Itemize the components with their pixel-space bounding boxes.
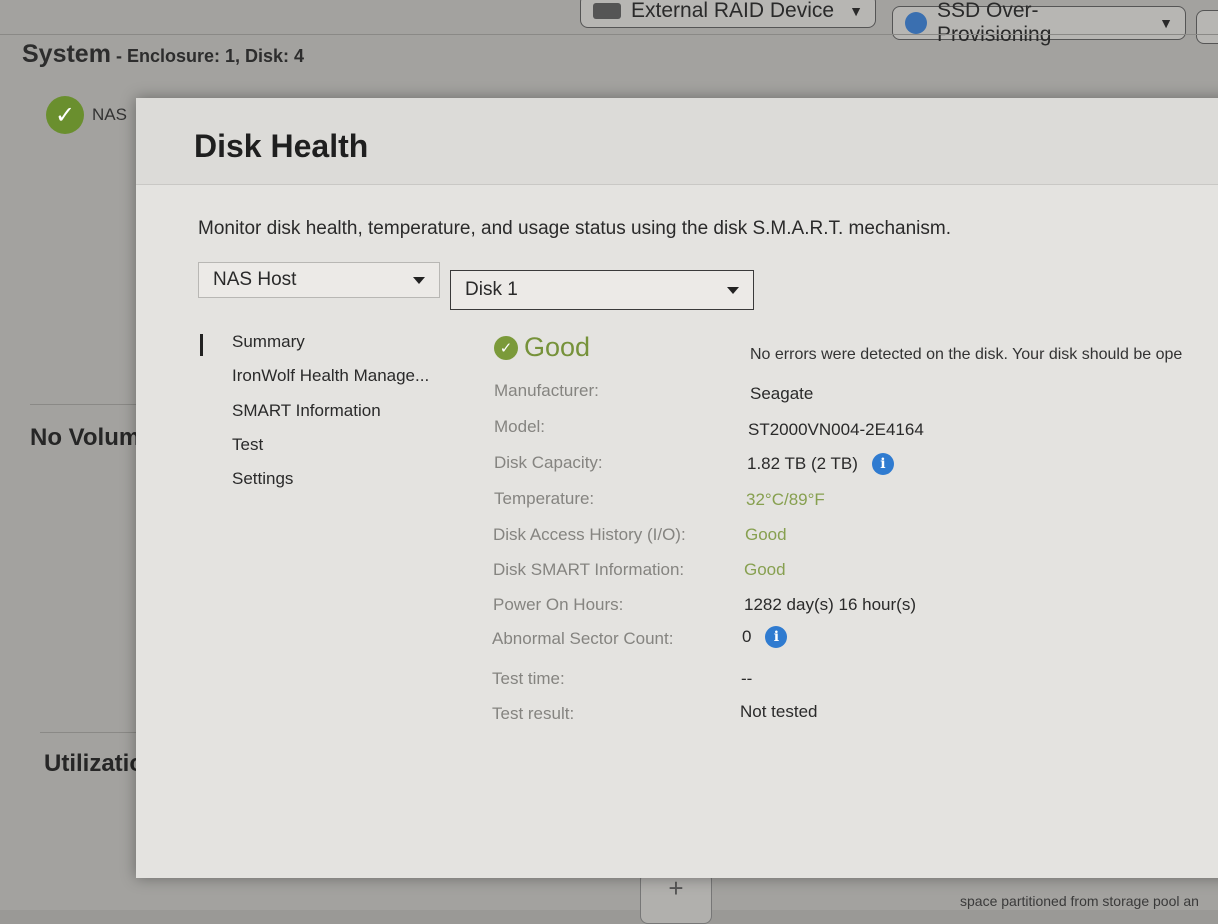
- dialog-description: Monitor disk health, temperature, and us…: [198, 218, 951, 239]
- health-status-message: No errors were detected on the disk. You…: [750, 346, 1183, 363]
- test-time-value: --: [741, 669, 753, 688]
- nas-label: NAS: [92, 105, 127, 124]
- power-on-hours-value: 1282 day(s) 16 hour(s): [744, 595, 916, 614]
- nas-status[interactable]: ✓ NAS: [46, 96, 127, 134]
- disk-select[interactable]: Disk 1: [450, 270, 754, 310]
- host-select[interactable]: NAS Host: [198, 262, 440, 298]
- external-raid-button[interactable]: External RAID Device ▼: [580, 0, 876, 28]
- manufacturer-label: Manufacturer:: [494, 381, 599, 400]
- model-label: Model:: [494, 417, 546, 436]
- smart-info-label: Disk SMART Information:: [493, 560, 685, 579]
- disk-health-dialog: Disk Health Monitor disk health, tempera…: [136, 98, 1218, 878]
- smart-info-value: Good: [744, 560, 786, 579]
- nav-item-ironwolf[interactable]: IronWolf Health Manage...: [232, 366, 429, 386]
- divider: [30, 404, 140, 405]
- dialog-title: Disk Health: [194, 128, 369, 164]
- divider: [0, 34, 1218, 35]
- nav-item-test[interactable]: Test: [232, 435, 263, 455]
- check-circle-icon: ✓: [494, 335, 518, 360]
- host-select-value: NAS Host: [213, 269, 297, 290]
- info-icon[interactable]: i: [765, 626, 788, 648]
- raid-device-icon: [593, 3, 621, 19]
- temperature-label: Temperature:: [494, 489, 595, 508]
- capacity-label: Disk Capacity:: [494, 453, 603, 472]
- test-result-label: Test result:: [492, 704, 575, 723]
- system-title: System - Enclosure: 1, Disk: 4: [22, 40, 304, 69]
- ssd-icon: [905, 12, 927, 34]
- external-raid-label: External RAID Device: [631, 0, 835, 22]
- test-time-label: Test time:: [492, 669, 565, 688]
- test-result-value: Not tested: [740, 702, 818, 721]
- sector-count-label: Abnormal Sector Count:: [492, 629, 674, 648]
- divider: [40, 732, 150, 733]
- chevron-down-icon: ▼: [849, 3, 863, 19]
- health-status-text: Good: [524, 332, 591, 362]
- nav-item-settings[interactable]: Settings: [232, 469, 293, 489]
- sector-count-value: 0 i: [742, 626, 788, 648]
- disk-select-value: Disk 1: [465, 279, 518, 300]
- nav-active-marker: [200, 334, 203, 356]
- access-history-value: Good: [745, 525, 787, 544]
- capacity-value: 1.82 TB (2 TB) i: [747, 453, 894, 475]
- chevron-down-icon: ▼: [1159, 15, 1173, 31]
- ssd-over-provisioning-label: SSD Over-Provisioning: [937, 0, 1052, 46]
- nav-item-smart-information[interactable]: SMART Information: [232, 401, 381, 421]
- more-button[interactable]: [1196, 10, 1218, 44]
- temperature-value: 32°C/89°F: [746, 490, 825, 509]
- power-on-hours-label: Power On Hours:: [493, 595, 624, 614]
- dialog-header: Disk Health: [136, 98, 1218, 185]
- capacity-text: 1.82 TB (2 TB): [747, 454, 858, 473]
- model-value: ST2000VN004-2E4164: [748, 420, 924, 439]
- volume-note: space partitioned from storage pool an: [960, 893, 1199, 909]
- nav-item-summary[interactable]: Summary: [232, 332, 305, 352]
- utilization-heading: Utilizatio: [44, 750, 144, 777]
- no-volume-heading: No Volum: [30, 424, 141, 451]
- info-icon[interactable]: i: [871, 453, 894, 475]
- system-title-text: System: [22, 40, 111, 68]
- sector-count-text: 0: [742, 627, 752, 646]
- check-circle-icon: ✓: [46, 96, 84, 134]
- system-subtitle: - Enclosure: 1, Disk: 4: [110, 46, 305, 66]
- add-volume-button[interactable]: +: [640, 872, 712, 924]
- dropdown-arrow-icon: [727, 286, 739, 294]
- dropdown-arrow-icon: [413, 276, 425, 284]
- manufacturer-value: Seagate: [750, 384, 814, 403]
- health-status: ✓ Good: [494, 332, 590, 363]
- access-history-label: Disk Access History (I/O):: [493, 525, 686, 544]
